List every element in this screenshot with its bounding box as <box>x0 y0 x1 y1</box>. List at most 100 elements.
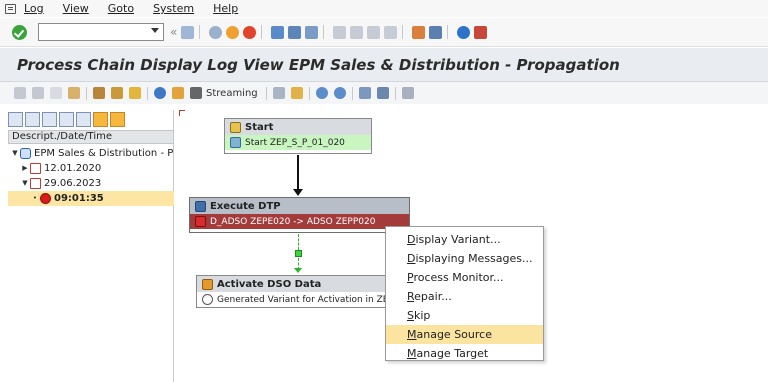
print-graphic-icon[interactable] <box>376 87 389 99</box>
exit-icon[interactable] <box>226 25 240 39</box>
shortcut-icon[interactable] <box>429 25 443 39</box>
streaming-button[interactable]: Streaming <box>206 88 258 99</box>
log-tree-panel: Descript./Date/Time ▼ EPM Sales & Distri… <box>0 110 174 382</box>
menu-item-manage-source[interactable]: Manage Source <box>386 325 543 344</box>
node-body: D_ADSO ZEPE020 -> ADSO ZEPP020 <box>190 214 409 229</box>
help-icon[interactable] <box>457 25 471 39</box>
node-variant: D_ADSO ZEPE020 -> ADSO ZEPP020 <box>210 216 376 227</box>
chevron-down-icon[interactable] <box>151 28 159 33</box>
menu-goto[interactable]: Goto <box>108 2 134 15</box>
refresh-tree-icon[interactable] <box>76 112 91 127</box>
canvas-corner-mark <box>179 110 185 116</box>
menu-item-process-monitor[interactable]: Process Monitor... <box>386 268 543 287</box>
tree-item-run-selected[interactable]: • 09:01:35 <box>8 191 174 206</box>
back-arrow-icon[interactable] <box>14 87 26 99</box>
menu-log[interactable]: Log <box>24 2 44 15</box>
node-variant: Start ZEP_S_P_01_020 <box>245 137 345 148</box>
app-menu-icon[interactable] <box>5 3 16 14</box>
menu-item-skip[interactable]: Skip <box>386 306 543 325</box>
expand-all-icon[interactable] <box>8 112 23 127</box>
node-header: Activate DSO Data <box>197 276 395 292</box>
toolbar-separator <box>402 25 404 39</box>
node-body: Generated Variant for Activation in ZEPP… <box>197 292 395 307</box>
new-session-icon[interactable] <box>412 25 426 39</box>
customize-layout-icon[interactable] <box>474 25 488 39</box>
tree-item-log[interactable]: ▼ 29.06.2023 <box>8 176 174 191</box>
menu-item-displaying-messages[interactable]: Displaying Messages... <box>386 249 543 268</box>
connector-line <box>297 155 299 189</box>
toolbar-separator <box>265 86 267 100</box>
node-header: Start <box>225 119 371 135</box>
page-title: Process Chain Display Log View EPM Sales… <box>17 55 620 74</box>
tree-item-log[interactable]: ▶ 12.01.2020 <box>8 161 174 176</box>
menu-item-manage-target[interactable]: Manage Target <box>386 344 543 363</box>
log-folder-icon[interactable] <box>110 112 125 127</box>
save-icon[interactable] <box>181 25 195 39</box>
cancel-icon[interactable] <box>243 25 257 39</box>
tree-column-header: Descript./Date/Time <box>8 130 174 144</box>
menu-item-display-variant[interactable]: Display Variant... <box>386 230 543 249</box>
zoom-out-icon[interactable] <box>333 87 346 99</box>
grid-icon[interactable] <box>272 87 285 99</box>
error-icon <box>195 216 206 227</box>
status-filter-icon[interactable] <box>93 112 108 127</box>
print-icon[interactable] <box>271 25 285 39</box>
scissors-icon[interactable] <box>190 87 202 99</box>
expand-arrow-icon[interactable]: ▼ <box>10 146 20 161</box>
first-page-icon[interactable] <box>333 25 347 39</box>
system-toolbar: « <box>0 18 768 47</box>
window-icon[interactable] <box>50 87 62 99</box>
info-icon[interactable] <box>290 87 303 99</box>
expand-arrow-icon[interactable]: ▶ <box>20 161 30 176</box>
tree-item-label: 12.01.2020 <box>44 163 102 174</box>
node-start[interactable]: Start Start ZEP_S_P_01_020 <box>224 118 372 154</box>
zoom-in-icon[interactable] <box>315 87 328 99</box>
toolbar-separator <box>147 86 148 100</box>
menu-item-repair[interactable]: Repair... <box>386 287 543 306</box>
node-title: Activate DSO Data <box>217 278 322 290</box>
planning-view-icon[interactable] <box>111 87 123 99</box>
previous-page-icon[interactable] <box>350 25 364 39</box>
enter-check-icon[interactable] <box>12 24 27 40</box>
last-page-icon[interactable] <box>384 25 398 39</box>
find-next-icon[interactable] <box>305 25 319 39</box>
toolbar-separator <box>308 86 310 100</box>
folder-icon[interactable] <box>129 87 141 99</box>
toolbar-separator <box>323 25 325 39</box>
menu-system[interactable]: System <box>153 2 194 15</box>
legend-icon[interactable] <box>401 87 414 99</box>
expand-arrow-icon[interactable]: ▼ <box>20 176 30 191</box>
tree-toolbar <box>8 112 127 128</box>
refresh-icon[interactable] <box>154 87 166 99</box>
toolbar-separator <box>86 86 87 100</box>
menu-help[interactable]: Help <box>213 2 238 15</box>
find-icon[interactable] <box>288 25 302 39</box>
menu-view[interactable]: View <box>63 2 89 15</box>
tree-item-label: 09:01:35 <box>54 193 104 204</box>
back-icon[interactable] <box>209 25 223 39</box>
command-field[interactable] <box>38 23 164 41</box>
calendar-log-icon <box>30 178 41 189</box>
collapse-icon[interactable]: « <box>170 25 177 39</box>
tree-item-process-chain[interactable]: ▼ EPM Sales & Distribution - P <box>8 146 174 161</box>
chain-tree-icon[interactable] <box>93 87 105 99</box>
overview-icon[interactable] <box>358 87 371 99</box>
node-header: Execute DTP <box>190 198 409 214</box>
connector-line-success <box>298 234 299 250</box>
tree-view-icon[interactable] <box>59 112 74 127</box>
connector-arrowhead <box>294 268 302 273</box>
connector-status-marker <box>295 250 302 257</box>
node-body: Start ZEP_S_P_01_020 <box>225 135 371 150</box>
node-activate-dso[interactable]: Activate DSO Data Generated Variant for … <box>196 275 396 308</box>
toolbar-separator <box>447 25 449 39</box>
forward-arrow-icon[interactable] <box>32 87 44 99</box>
collapse-all-icon[interactable] <box>25 112 40 127</box>
node-title: Start <box>245 121 274 133</box>
calendar-log-icon <box>30 163 41 174</box>
transport-icon[interactable] <box>172 87 184 99</box>
next-page-icon[interactable] <box>367 25 381 39</box>
node-execute-dtp[interactable]: Execute DTP D_ADSO ZEPE020 -> ADSO ZEPP0… <box>189 197 410 233</box>
chain-icon[interactable] <box>42 112 57 127</box>
hierarchy-icon[interactable] <box>68 87 80 99</box>
menu-bar: Log View Goto System Help <box>0 0 768 17</box>
